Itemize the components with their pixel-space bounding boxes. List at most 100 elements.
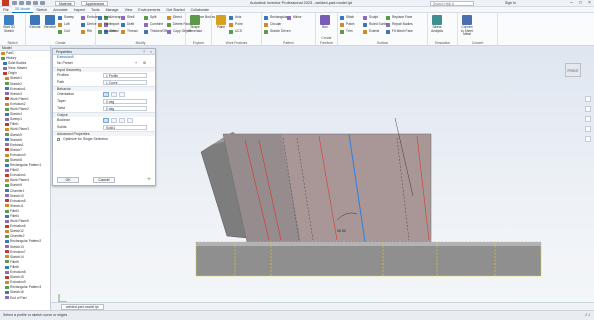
optimize-checkbox[interactable] — [57, 137, 60, 141]
preset-row[interactable]: No Preset + ⚙ — [53, 60, 155, 67]
home-view-icon[interactable] — [585, 96, 591, 102]
ribbon-small-button[interactable]: Sculpt — [363, 15, 378, 20]
path-selector[interactable]: 1 Curve — [103, 80, 147, 85]
close-icon[interactable]: × — [585, 0, 594, 7]
ribbon-small-button[interactable]: Replace Face — [386, 15, 412, 20]
ribbon-small-button[interactable]: Stitch — [340, 15, 354, 20]
apply-icon[interactable]: + — [145, 177, 153, 183]
redo-icon[interactable] — [40, 1, 45, 5]
user-sign-in[interactable]: Sign In — [505, 1, 516, 5]
ribbon-group: Stress Analysis Simulation — [428, 13, 458, 46]
intersect-icon[interactable] — [119, 118, 125, 123]
ribbon-small-button[interactable]: Chamfer — [98, 29, 117, 34]
zoom-icon[interactable] — [585, 116, 591, 122]
pan-icon[interactable] — [585, 106, 591, 112]
ribbon-small-button[interactable]: Mirror — [287, 15, 302, 20]
ribbon-small-button[interactable]: Trim — [340, 29, 352, 34]
ribbon-small-button[interactable]: Derive — [81, 22, 97, 27]
ribbon-small-button[interactable]: Point — [229, 22, 243, 27]
join-icon[interactable] — [103, 118, 109, 123]
ribbon-small-button[interactable]: Rectangular — [264, 15, 288, 20]
ribbon-small-button[interactable]: Repair Bodies — [386, 22, 413, 27]
solids-selector[interactable]: Solid1 — [103, 125, 147, 130]
path-orientation-icon[interactable] — [103, 92, 109, 97]
menu-tab[interactable]: 3D Model — [11, 6, 34, 13]
ribbon-small-button[interactable]: Draft — [121, 22, 134, 27]
help-search-input[interactable]: Search Help & Commands... — [430, 1, 474, 10]
ribbon-small-button[interactable]: Split — [144, 15, 156, 20]
ribbon-big-button[interactable]: Box — [318, 15, 332, 30]
ribbon-small-button[interactable]: Extend — [363, 29, 379, 34]
ribbon-small-button[interactable]: Combine — [144, 22, 163, 27]
ribbon-small-button[interactable]: Fit Mesh Face — [386, 29, 413, 34]
new-icon[interactable] — [12, 1, 17, 5]
open-icon[interactable] — [19, 1, 24, 5]
profiles-label: Profiles — [57, 73, 69, 77]
view-cube[interactable]: FRONT — [565, 63, 581, 77]
ribbon-button-label: Box — [322, 25, 328, 29]
menu-tab[interactable]: Get Started — [163, 7, 187, 13]
parallel-orientation-icon[interactable] — [111, 92, 117, 97]
ribbon-command-icon — [98, 23, 102, 27]
menu-tab[interactable]: Collaborate — [188, 7, 212, 13]
ribbon-big-button[interactable]: Start 2D Sketch — [2, 15, 16, 33]
ribbon-small-button[interactable]: UCS — [229, 29, 242, 34]
new-solid-icon[interactable] — [127, 118, 133, 123]
ribbon-small-button[interactable]: Axis — [229, 15, 241, 20]
ribbon-small-button[interactable]: Loft — [58, 22, 70, 27]
maximize-icon[interactable]: □ — [576, 0, 585, 7]
app-logo-icon[interactable] — [2, 0, 9, 6]
save-icon[interactable] — [26, 1, 31, 5]
status-bar: Select a profile or sketch curve or edge… — [0, 310, 594, 320]
ribbon-small-button[interactable]: Coil — [58, 29, 70, 34]
menu-tab[interactable]: Environments — [135, 7, 163, 13]
gear-icon[interactable]: ⚙ — [143, 60, 146, 67]
material-dropdown[interactable]: Material — [55, 0, 76, 6]
ribbon-small-button[interactable]: Circular — [264, 22, 281, 27]
ribbon-small-button[interactable]: Direct — [167, 15, 182, 20]
ribbon-big-button[interactable]: Extrude — [28, 15, 42, 30]
tree-item-label: Sketch4 — [10, 112, 22, 117]
look-at-icon[interactable] — [585, 136, 591, 142]
feature-icon — [5, 82, 9, 86]
ribbon-small-button[interactable]: Thread — [121, 29, 137, 34]
ribbon-small-button[interactable]: Patch — [340, 22, 354, 27]
profiles-selector[interactable]: 1 Profile — [103, 73, 147, 78]
ribbon-big-button[interactable]: Shape Generator — [188, 15, 202, 33]
twist-input[interactable]: 0 deg — [103, 106, 147, 111]
menu-tab[interactable]: File — [0, 7, 12, 13]
ribbon-small-button[interactable]: Fillet — [98, 22, 111, 27]
taper-input[interactable]: 0 deg — [103, 99, 147, 104]
ribbon-small-button[interactable]: Shell — [121, 15, 134, 20]
feature-icon — [5, 235, 9, 238]
guide-orientation-icon[interactable] — [119, 92, 125, 97]
ribbon-command-icon — [340, 30, 344, 34]
feature-icon — [5, 204, 9, 208]
tree-item-label: Extrusion7 — [10, 249, 26, 254]
ribbon-small-button[interactable]: Hole — [98, 15, 111, 20]
feature-icon — [5, 280, 9, 284]
menu-tab[interactable]: Manage — [103, 7, 122, 13]
menu-tab[interactable]: Inspect — [71, 7, 89, 13]
menu-tab[interactable]: Tools — [88, 7, 102, 13]
ribbon-small-button[interactable]: Rib — [81, 29, 92, 34]
menu-tab[interactable]: Annotate — [50, 7, 70, 13]
menu-tab[interactable]: View — [122, 7, 136, 13]
ribbon-big-button[interactable]: Revolve — [43, 15, 57, 30]
minimize-icon[interactable]: – — [567, 0, 576, 7]
ribbon-small-button[interactable]: Sweep — [58, 15, 74, 20]
add-preset-icon[interactable]: + — [135, 60, 137, 67]
undo-icon[interactable] — [33, 1, 38, 5]
ok-button[interactable]: OK — [57, 177, 79, 183]
feature-icon — [5, 117, 9, 121]
ribbon-big-button[interactable]: Plane — [214, 15, 228, 30]
tree-item[interactable]: End of Part — [0, 296, 50, 301]
ribbon-small-button[interactable]: Sketch Driven — [264, 29, 291, 34]
menu-tab[interactable]: Sketch — [33, 7, 50, 13]
ribbon-big-button[interactable]: Stress Analysis — [430, 15, 444, 33]
cancel-button[interactable]: Cancel — [93, 177, 115, 183]
appearance-dropdown[interactable]: Appearance — [81, 0, 109, 6]
cut-icon[interactable] — [111, 118, 117, 123]
orbit-icon[interactable] — [585, 126, 591, 132]
ribbon-big-button[interactable]: Convert to Sheet Metal — [460, 15, 474, 37]
